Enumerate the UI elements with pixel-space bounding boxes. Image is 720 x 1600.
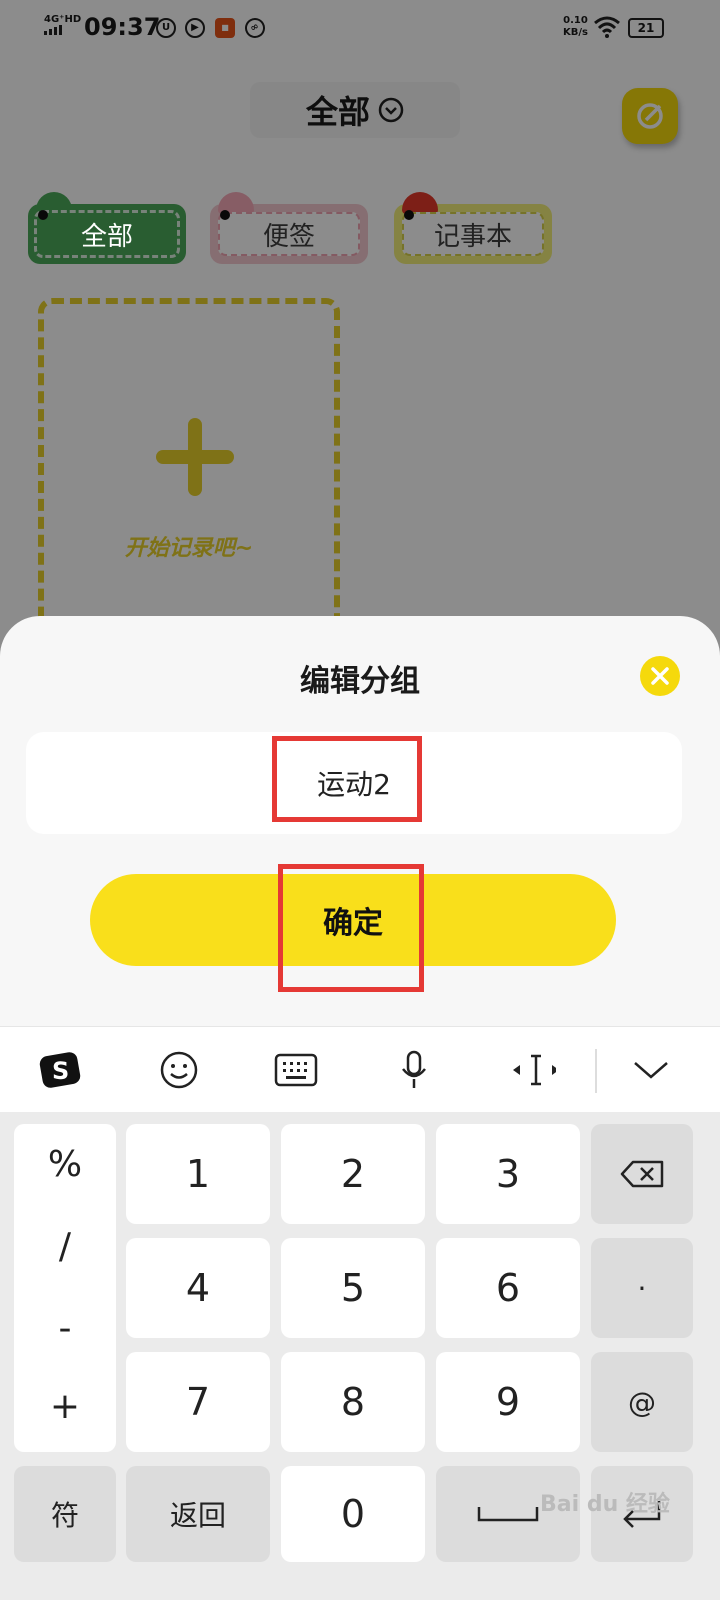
- cursor-move-icon[interactable]: [510, 1047, 556, 1093]
- key-9[interactable]: 9: [436, 1352, 580, 1452]
- sogou-logo-icon[interactable]: S: [38, 1047, 84, 1093]
- dialog-title: 编辑分组: [300, 664, 420, 699]
- screen: 4G⁺HD 09:37 U ▶ ■ ∞ 0.10 KB/s 21 全部 全部 便…: [0, 0, 720, 1600]
- key-minus[interactable]: -: [14, 1308, 116, 1349]
- keyboard-toolbar: S: [0, 1026, 720, 1113]
- key-5[interactable]: 5: [281, 1238, 425, 1338]
- backspace-icon: [620, 1160, 664, 1188]
- chip-all-label: 全部: [80, 221, 133, 252]
- toolbar-divider: [595, 1049, 597, 1093]
- back-key[interactable]: 返回: [126, 1466, 270, 1562]
- key-7[interactable]: 7: [126, 1352, 270, 1452]
- numeric-keypad: % / - + 1 2 3 4 5 6 · 7 8 9 @ 符 返回 0: [0, 1112, 720, 1600]
- microphone-icon[interactable]: [391, 1047, 437, 1093]
- chip-memo-label: 便签: [262, 221, 315, 252]
- key-plus[interactable]: +: [14, 1386, 116, 1427]
- key-8[interactable]: 8: [281, 1352, 425, 1452]
- backspace-key[interactable]: [591, 1124, 693, 1224]
- key-2[interactable]: 2: [281, 1124, 425, 1224]
- close-icon: [651, 667, 669, 685]
- chip-notebook-label: 记事本: [433, 221, 512, 252]
- key-4[interactable]: 4: [126, 1238, 270, 1338]
- highlight-box-input: [272, 736, 422, 822]
- key-slash[interactable]: /: [14, 1226, 116, 1267]
- symbols-key[interactable]: 符: [14, 1466, 116, 1562]
- key-6[interactable]: 6: [436, 1238, 580, 1338]
- key-0[interactable]: 0: [281, 1466, 425, 1562]
- edit-group-dialog: 编辑分组 运动2 确定: [0, 616, 720, 1036]
- key-1[interactable]: 1: [126, 1124, 270, 1224]
- svg-text:S: S: [52, 1057, 69, 1085]
- key-3[interactable]: 3: [436, 1124, 580, 1224]
- key-percent[interactable]: %: [14, 1144, 116, 1185]
- notes-app-background: 4G⁺HD 09:37 U ▶ ■ ∞ 0.10 KB/s 21 全部 全部 便…: [0, 0, 720, 718]
- collapse-keyboard-icon[interactable]: [628, 1047, 674, 1093]
- key-dot[interactable]: ·: [591, 1238, 693, 1338]
- close-button[interactable]: [640, 656, 680, 696]
- emoji-icon[interactable]: [156, 1047, 202, 1093]
- key-at[interactable]: @: [591, 1352, 693, 1452]
- highlight-box-confirm: [278, 864, 424, 992]
- keyboard-icon[interactable]: [273, 1047, 319, 1093]
- space-icon: [477, 1507, 539, 1522]
- symbol-column[interactable]: % / - +: [14, 1124, 116, 1452]
- baidu-watermark: Bai du 经验: [540, 1492, 670, 1517]
- modal-overlay[interactable]: [0, 0, 720, 700]
